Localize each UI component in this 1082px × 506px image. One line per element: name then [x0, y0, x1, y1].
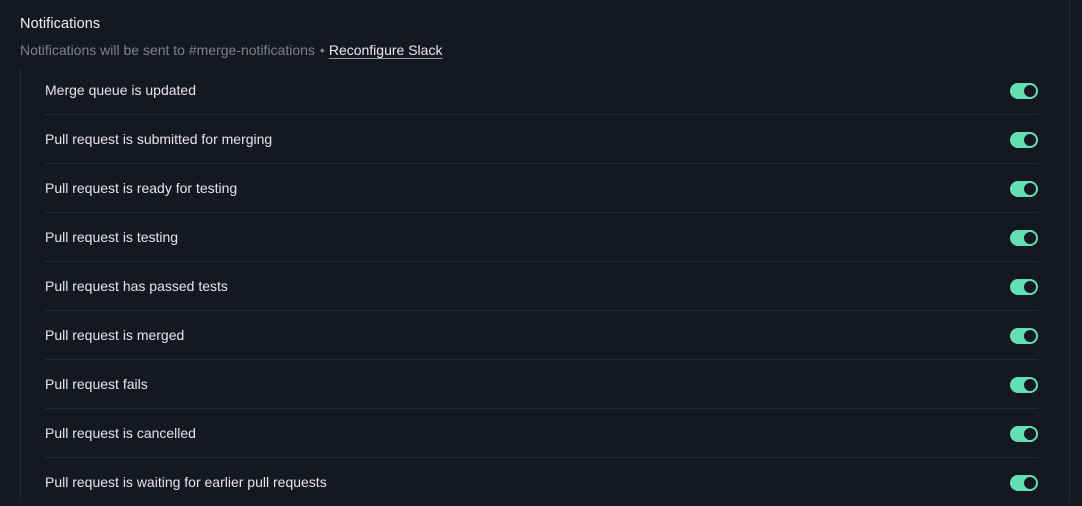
notification-label: Pull request fails [45, 376, 148, 392]
notification-row-merged: Pull request is merged [45, 311, 1038, 360]
notification-label: Pull request is testing [45, 229, 179, 245]
notification-label: Merge queue is updated [45, 82, 196, 98]
notification-toggle[interactable] [1010, 83, 1038, 99]
notification-toggle[interactable] [1010, 377, 1038, 393]
section-title: Notifications [20, 16, 101, 32]
notification-label: Pull request is ready for testing [45, 180, 238, 196]
notification-label: Pull request is cancelled [45, 425, 196, 441]
panel-divider [1069, 0, 1070, 502]
notification-row-testing: Pull request is testing [45, 213, 1038, 262]
toggle-knob [1024, 379, 1036, 391]
notification-toggle[interactable] [1010, 328, 1038, 344]
notification-label: Pull request is waiting for earlier pull… [45, 474, 327, 490]
toggle-knob [1024, 134, 1036, 146]
notification-row-cancelled: Pull request is cancelled [45, 409, 1038, 458]
toggle-knob [1024, 330, 1036, 342]
notification-row-waiting-for-earlier: Pull request is waiting for earlier pull… [45, 458, 1038, 506]
notification-toggle[interactable] [1010, 279, 1038, 295]
notification-toggle[interactable] [1010, 181, 1038, 197]
toggle-knob [1024, 428, 1036, 440]
toggle-knob [1024, 281, 1036, 293]
section-subtitle: Notifications will be sent to #merge-not… [20, 42, 442, 58]
subtitle-text: Notifications will be sent to #merge-not… [20, 42, 315, 58]
notification-toggle[interactable] [1010, 132, 1038, 148]
notification-row-passed-tests: Pull request has passed tests [45, 262, 1038, 311]
notification-toggle[interactable] [1010, 230, 1038, 246]
notification-label: Pull request is submitted for merging [45, 131, 273, 147]
toggle-knob [1024, 232, 1036, 244]
bullet-separator: • [319, 42, 325, 58]
notification-label: Pull request has passed tests [45, 278, 228, 294]
notification-settings-list: Merge queue is updated Pull request is s… [45, 66, 1038, 506]
list-rail [20, 68, 21, 502]
toggle-knob [1024, 85, 1036, 97]
notification-row-ready-for-testing: Pull request is ready for testing [45, 164, 1038, 213]
notification-row-fails: Pull request fails [45, 360, 1038, 409]
toggle-knob [1024, 183, 1036, 195]
toggle-knob [1024, 477, 1036, 489]
notification-row-submitted-for-merging: Pull request is submitted for merging [45, 115, 1038, 164]
notification-toggle[interactable] [1010, 475, 1038, 491]
notification-label: Pull request is merged [45, 327, 185, 343]
reconfigure-slack-link[interactable]: Reconfigure Slack [329, 42, 443, 58]
notification-toggle[interactable] [1010, 426, 1038, 442]
notification-row-merge-queue-updated: Merge queue is updated [45, 66, 1038, 115]
